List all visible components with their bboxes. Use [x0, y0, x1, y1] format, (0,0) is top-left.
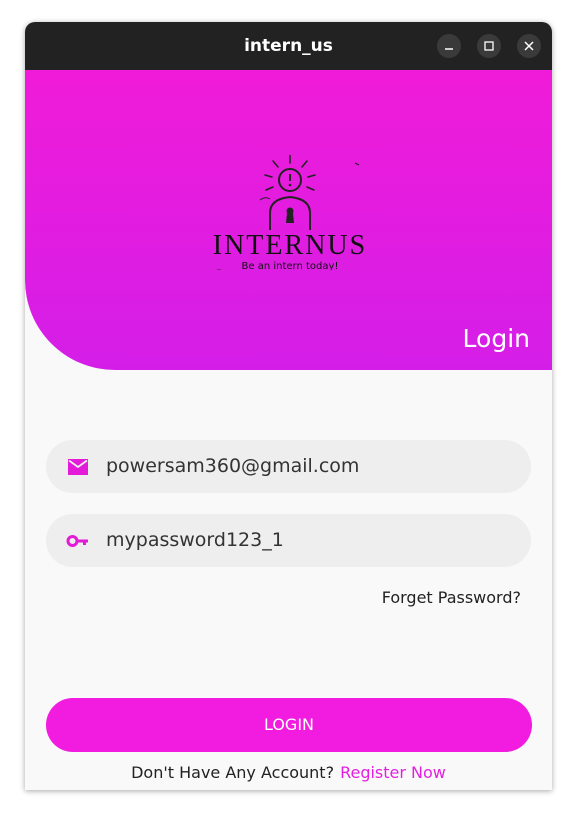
mail-icon [68, 459, 88, 475]
minimize-button[interactable] [437, 34, 461, 58]
close-icon [524, 41, 534, 51]
minimize-icon [445, 48, 453, 50]
maximize-icon [484, 41, 494, 51]
login-header: INTERNUS Be an intern today! Login [25, 70, 552, 370]
password-value[interactable]: mypassword123_1 [106, 514, 284, 567]
page-title: Login [462, 324, 530, 353]
title-bar[interactable]: intern_us [25, 22, 552, 70]
key-icon [66, 535, 88, 547]
window-title: intern_us [244, 36, 333, 56]
register-link[interactable]: Register Now [340, 763, 446, 782]
maximize-button[interactable] [477, 34, 501, 58]
internus-logo: INTERNUS Be an intern today! [213, 155, 367, 270]
no-account-text: Don't Have Any Account? [131, 763, 335, 782]
register-prompt: Don't Have Any Account? Register Now [25, 763, 552, 782]
login-button[interactable]: LOGIN [46, 698, 532, 752]
email-value[interactable]: powersam360@gmail.com [106, 440, 359, 493]
forget-password-link[interactable]: Forget Password? [382, 588, 521, 607]
app-window: intern_us INTERNUS Be an intern today! L… [25, 22, 552, 790]
close-button[interactable] [517, 34, 541, 58]
svg-text:Be an intern today!: Be an intern today! [242, 261, 339, 270]
svg-text:INTERNUS: INTERNUS [213, 230, 367, 261]
email-field[interactable]: powersam360@gmail.com [46, 440, 531, 493]
password-field[interactable]: mypassword123_1 [46, 514, 531, 567]
